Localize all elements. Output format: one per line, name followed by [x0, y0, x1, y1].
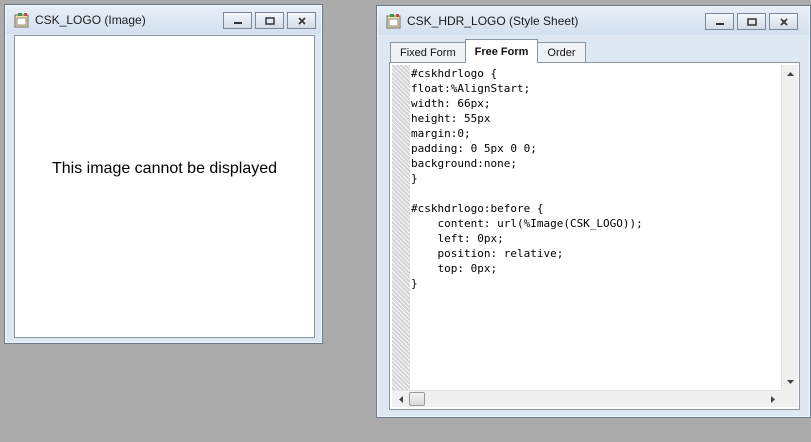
- tab-free-form[interactable]: Free Form: [464, 39, 539, 63]
- code-line: float:%AlignStart;: [411, 82, 531, 95]
- code-line: top: 0px;: [411, 262, 498, 275]
- horizontal-scroll-thumb[interactable]: [409, 392, 425, 406]
- editor-gutter: [392, 65, 410, 390]
- editor-tab-strip: Fixed Form Free Form Order: [390, 39, 586, 63]
- tab-order[interactable]: Order: [537, 42, 586, 63]
- scrollbar-corner: [781, 390, 798, 407]
- code-line: padding: 0 5px 0 0;: [411, 142, 537, 155]
- scroll-right-button[interactable]: [764, 391, 781, 408]
- stylesheet-window-title: CSK_HDR_LOGO (Style Sheet): [407, 14, 579, 28]
- code-line: }: [411, 172, 418, 185]
- image-window-title: CSK_LOGO (Image): [35, 13, 146, 27]
- image-preview-area: This image cannot be displayed: [14, 35, 315, 338]
- scroll-down-arrow-icon: [787, 379, 794, 384]
- scroll-up-arrow-icon: [787, 71, 794, 76]
- code-line: #cskhdrlogo {: [411, 67, 498, 80]
- code-line: #cskhdrlogo:before {: [411, 202, 544, 215]
- minimize-button[interactable]: [705, 13, 734, 30]
- maximize-button[interactable]: [255, 12, 284, 29]
- maximize-button[interactable]: [737, 13, 766, 30]
- code-editor[interactable]: #cskhdrlogo { float:%AlignStart; width: …: [389, 62, 800, 410]
- code-line: margin:0;: [411, 127, 471, 140]
- code-line: content: url(%Image(CSK_LOGO));: [411, 217, 643, 230]
- stylesheet-window: CSK_HDR_LOGO (Style Sheet) Fixed Form Fr…: [376, 5, 811, 418]
- horizontal-scrollbar[interactable]: [392, 390, 781, 407]
- close-icon: [779, 17, 788, 26]
- scroll-left-button[interactable]: [392, 391, 409, 408]
- vertical-scrollbar[interactable]: [781, 65, 798, 390]
- code-line: position: relative;: [411, 247, 564, 260]
- stylesheet-window-titlebar[interactable]: CSK_HDR_LOGO (Style Sheet): [378, 7, 809, 35]
- scroll-right-arrow-icon: [770, 396, 775, 403]
- minimize-icon: [715, 22, 724, 25]
- minimize-icon: [233, 21, 242, 24]
- code-text[interactable]: #cskhdrlogo { float:%AlignStart; width: …: [411, 66, 643, 291]
- close-icon: [297, 16, 306, 25]
- close-button[interactable]: [287, 12, 316, 29]
- image-window-titlebar[interactable]: CSK_LOGO (Image): [6, 6, 321, 34]
- code-line: width: 66px;: [411, 97, 491, 110]
- code-line: }: [411, 277, 418, 290]
- close-button[interactable]: [769, 13, 798, 30]
- maximize-icon: [264, 16, 275, 25]
- image-unavailable-message: This image cannot be displayed: [51, 160, 278, 177]
- code-line: height: 55px: [411, 112, 491, 125]
- window-app-icon: [14, 13, 29, 28]
- tab-fixed-form[interactable]: Fixed Form: [390, 42, 466, 63]
- window-app-icon: [386, 14, 401, 29]
- scroll-left-arrow-icon: [398, 396, 403, 403]
- code-line: background:none;: [411, 157, 517, 170]
- scroll-up-button[interactable]: [782, 65, 799, 82]
- image-window: CSK_LOGO (Image) This image cannot be di…: [4, 4, 323, 344]
- code-line: left: 0px;: [411, 232, 504, 245]
- scroll-down-button[interactable]: [782, 373, 799, 390]
- maximize-icon: [746, 17, 757, 26]
- minimize-button[interactable]: [223, 12, 252, 29]
